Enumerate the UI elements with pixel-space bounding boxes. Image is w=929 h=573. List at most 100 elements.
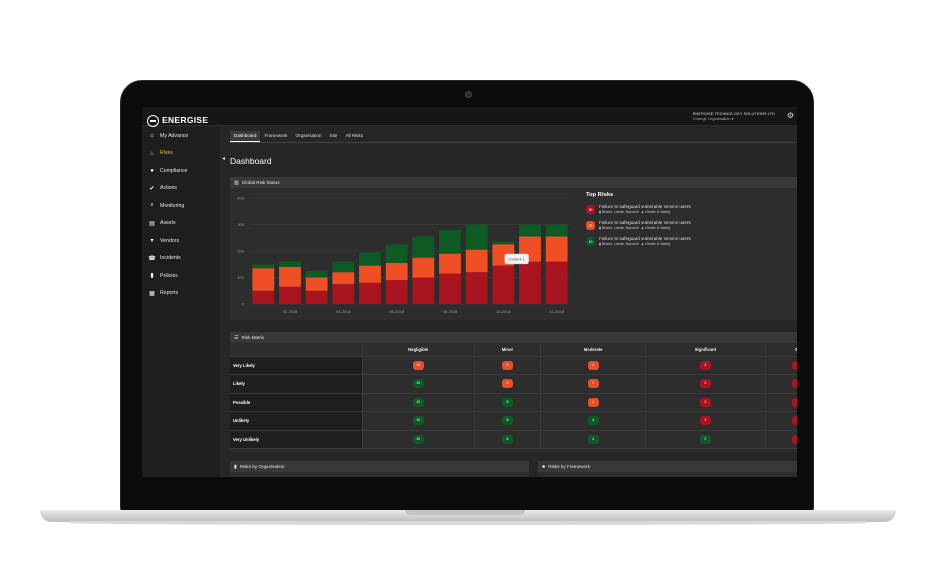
sidebar-item-assets[interactable]: ▤ Assets (142, 215, 220, 233)
screen: ENERGISE TECHNOLOGY ENERGISE TECHNOLOGY … (142, 107, 797, 477)
chart-bar-segment (279, 266, 301, 287)
matrix-cell[interactable]: 1 (765, 393, 797, 412)
sidebar-item-reports[interactable]: ▦ Reports (142, 285, 220, 303)
matrix-cell[interactable]: 8 (474, 430, 542, 449)
matrix-cell[interactable]: 1 (765, 374, 797, 394)
risk-category: Health & Safety (645, 241, 671, 246)
top-risk-item[interactable]: 20 Failure to safeguard vulnerable servi… (586, 220, 796, 230)
y-tick-label: 200 (237, 249, 244, 254)
panel-title: Risks by Organisation (239, 464, 285, 469)
table-icon: ▦ (149, 290, 155, 297)
matrix-cell[interactable]: 8 (474, 356, 542, 375)
tab-organisation[interactable]: Organisation (291, 131, 325, 142)
tab-site[interactable]: Site (326, 131, 342, 142)
logo-text: ENERGISE (162, 115, 209, 125)
matrix-row-label: Possible (230, 393, 363, 412)
org-switcher[interactable]: ENERGISE TECHNOLOGY SOLUTIONS LTD Change… (693, 111, 775, 121)
fire-icon: ♨ (149, 150, 155, 157)
chart-bar-segment (465, 272, 488, 304)
risk-location: Bristol, Leeds, Norwich (601, 241, 639, 246)
matrix-cell[interactable]: 4 (540, 430, 647, 449)
chart-bar-segment (385, 262, 408, 281)
sidebar-item-monitoring[interactable]: ⌕ Monitoring (142, 197, 220, 215)
matrix-cell-badge: 10 (412, 360, 424, 370)
matrix-cell-badge: 2 (699, 379, 711, 389)
top-risk-item[interactable]: 10 Failure to safeguard vulnerable servi… (586, 236, 796, 246)
matrix-cell[interactable]: 4 (540, 393, 647, 412)
risk-meta: ▮ Bristol, Leeds, Norwich ▲ Health & Saf… (599, 209, 671, 214)
chart-bar-segment (545, 236, 568, 262)
tab-all-risks[interactable]: All Risks (341, 131, 367, 142)
chart-bar-segment (439, 253, 461, 274)
risk-matrix-panel: ☰ Risk Matrix Negligible Minor Moderate … (230, 332, 797, 452)
matrix-cell[interactable]: 1 (765, 430, 797, 449)
matrix-cell[interactable]: 4 (540, 374, 647, 394)
sidebar-item-actions[interactable]: ✔ Actions (142, 180, 220, 198)
collapse-sidebar-icon[interactable]: ◂ (222, 155, 225, 162)
matrix-cell-badge: 1 (791, 397, 797, 407)
matrix-cell[interactable]: 2 (645, 430, 766, 449)
chart-bar-segment (519, 261, 541, 304)
search-icon: ⌕ (150, 202, 154, 209)
top-risk-item[interactable]: 30 Failure to safeguard vulnerable servi… (586, 204, 796, 214)
matrix-cell[interactable]: 8 (474, 374, 542, 394)
matrix-cell-badge: 2 (699, 397, 711, 407)
matrix-cell[interactable]: 4 (540, 356, 647, 375)
matrix-cell[interactable]: 4 (540, 411, 647, 431)
chart-bar-segment (465, 224, 488, 250)
top-risks: Top Risks 30 Failure to safeguard vulner… (586, 192, 796, 252)
sidebar-item-policies[interactable]: ▮ Policies (142, 267, 220, 285)
page-title: Dashboard (230, 156, 272, 166)
tab-framework[interactable]: Framework (260, 131, 291, 142)
risk-meta: ▮ Bristol, Leeds, Norwich ▲ Health & Saf… (599, 241, 671, 246)
chart-bar-segment (359, 252, 381, 266)
matrix-cell-badge: 10 (412, 434, 424, 444)
change-organisation-link[interactable]: Change Organisation ▾ (693, 116, 775, 121)
x-tick-label: 06-2018 (389, 309, 404, 314)
sidebar-item-vendors[interactable]: ▾ Vendors (142, 232, 220, 250)
x-tick-label: 12-2018 (549, 309, 564, 314)
matrix-cell[interactable]: 10 (362, 430, 475, 449)
chart-bar-segment (465, 249, 488, 273)
matrix-cell[interactable]: 2 (645, 411, 766, 431)
sidebar-item-label: My Advance (160, 132, 189, 139)
matrix-cell[interactable]: 10 (362, 393, 475, 412)
matrix-cell[interactable]: 8 (474, 411, 542, 431)
matrix-row-label: Very Unlikely (230, 430, 363, 449)
sidebar-item-compliance[interactable]: ● Compliance (142, 162, 220, 180)
matrix-cell-badge: 1 (791, 360, 797, 370)
sidebar-item-incidents[interactable]: ☎ Incidents (142, 250, 220, 268)
matrix-cell[interactable]: 1 (765, 411, 797, 431)
chart-bar-segment (252, 290, 275, 304)
matrix-cell[interactable]: 2 (645, 356, 766, 375)
matrix-cell[interactable]: 8 (474, 393, 542, 412)
matrix-cell[interactable]: 1 (765, 356, 797, 375)
sidebar-item-risks[interactable]: ♨ Risks (142, 145, 220, 163)
tab-dashboard[interactable]: Dashboard (230, 131, 261, 142)
x-tick-label: 08-2018 (443, 309, 458, 314)
sidebar: ⌂ My Advance ♨ Risks ● Compliance ✔ Actions … (142, 127, 220, 477)
chart-bar-segment (519, 224, 541, 237)
risk-location: Bristol, Leeds, Norwich (601, 209, 639, 214)
sidebar-item-label: Reports (160, 290, 179, 297)
matrix-header-row: Negligible Minor Moderate Significant Se (230, 343, 797, 357)
matrix-cell[interactable]: 2 (645, 393, 766, 412)
risk-meta: ▮ Bristol, Leeds, Norwich ▲ Health & Saf… (599, 225, 671, 230)
risk-matrix-table: Negligible Minor Moderate Significant Se… (230, 343, 797, 449)
chart-bar-segment (359, 282, 381, 304)
matrix-cell[interactable]: 10 (362, 411, 475, 431)
gear-icon[interactable]: ⚙ (787, 112, 794, 120)
matrix-cell-badge: 10 (412, 416, 424, 426)
matrix-cell[interactable]: 10 (362, 356, 475, 375)
y-tick-label: 100 (237, 275, 244, 280)
laptop-notch (405, 510, 525, 515)
sidebar-item-label: Monitoring (160, 202, 185, 209)
matrix-cell[interactable]: 2 (645, 374, 766, 394)
matrix-cell[interactable]: 10 (362, 374, 475, 394)
panel-header: ♣ Risks by Framework (538, 461, 797, 472)
chart-bar-segment (492, 241, 515, 245)
sidebar-item-my-advance[interactable]: ⌂ My Advance (142, 127, 220, 145)
chart-bar-segment (492, 265, 515, 304)
chart-bar-segment (545, 224, 568, 237)
risks-by-organisation-panel: ▮ Risks by Organisation (230, 461, 529, 477)
